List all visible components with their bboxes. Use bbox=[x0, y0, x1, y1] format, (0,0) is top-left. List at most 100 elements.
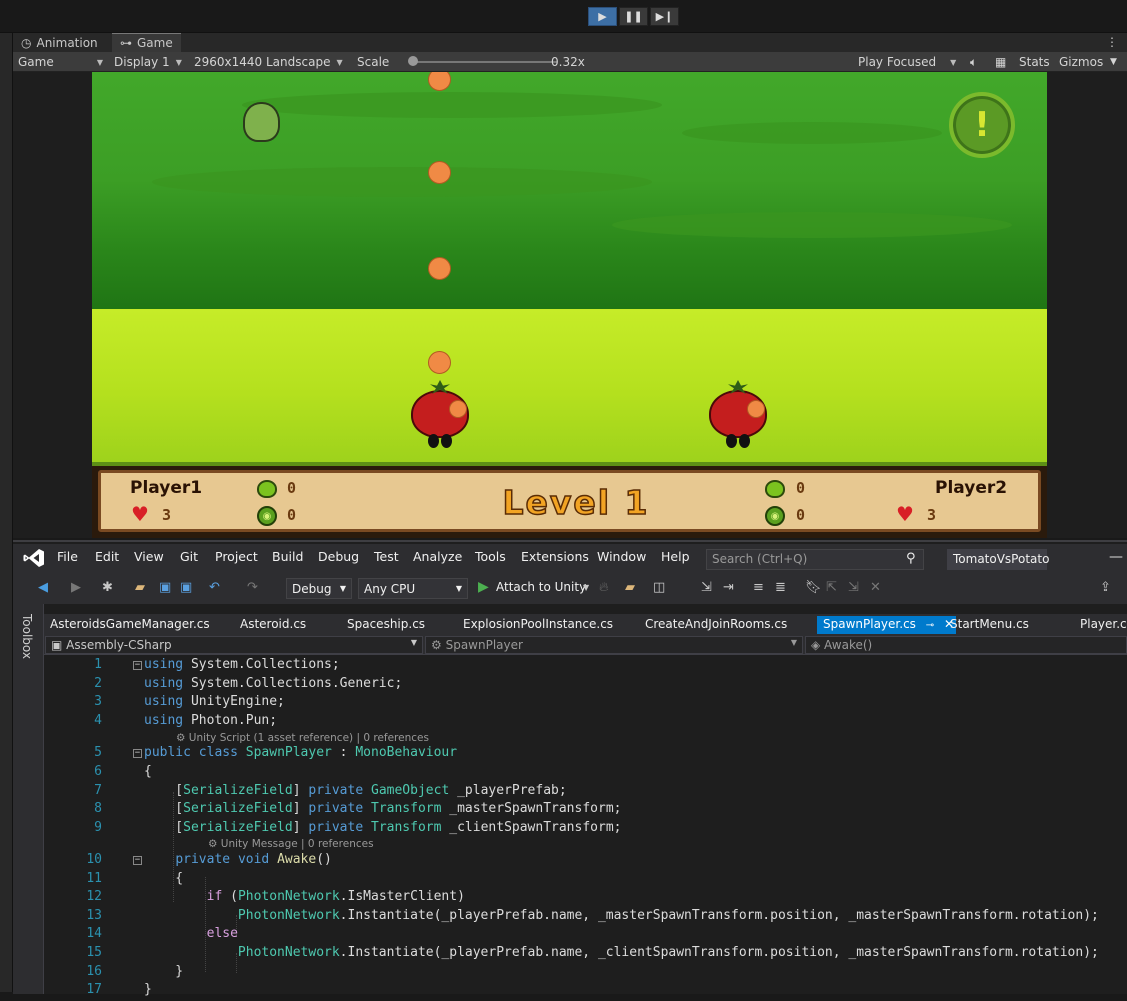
scale-slider-handle[interactable] bbox=[408, 56, 418, 66]
line-number: 10 bbox=[86, 852, 102, 867]
uncomment-icon[interactable]: ≣ bbox=[775, 580, 786, 595]
pause-button[interactable]: ❚❚ bbox=[619, 7, 648, 26]
project-nav-text: Assembly-CSharp bbox=[66, 638, 172, 652]
menu-git[interactable]: Git bbox=[180, 549, 198, 564]
search-input[interactable]: Search (Ctrl+Q) bbox=[706, 549, 924, 570]
folder-search-icon[interactable]: ▰ bbox=[625, 580, 635, 595]
undo-icon[interactable]: ↶ bbox=[209, 580, 220, 595]
tab-label: SpawnPlayer.cs bbox=[823, 617, 916, 631]
stats-button[interactable]: Stats bbox=[1019, 52, 1050, 72]
code-line: 14 else bbox=[44, 926, 1127, 945]
platform-dropdown[interactable]: Any CPU ▼ bbox=[358, 578, 468, 599]
file-tabs: AsteroidsGameManager.cs Asteroid.cs Spac… bbox=[44, 614, 1127, 634]
step-button[interactable]: ▶❙ bbox=[650, 7, 679, 26]
collapse-icon[interactable]: − bbox=[133, 661, 142, 670]
collapse-icon[interactable]: − bbox=[133, 856, 142, 865]
class-nav-label: ⚙ SpawnPlayer bbox=[431, 638, 523, 652]
tab-startmenu[interactable]: StartMenu.cs bbox=[944, 616, 1035, 634]
audio-icon[interactable]: 🔈︎ bbox=[970, 52, 977, 72]
chevron-down-icon[interactable]: ▼ bbox=[1110, 52, 1117, 72]
clear-bookmarks-icon[interactable]: ✕ bbox=[870, 580, 881, 595]
code-line: 4 using Photon.Pun; bbox=[44, 713, 1127, 732]
grid-icon[interactable]: ▦ bbox=[995, 52, 1006, 72]
navigation-bar: ▣ Assembly-CSharp ▼ ⚙ SpawnPlayer ▼ ◈ Awak… bbox=[44, 634, 1127, 655]
menu-file[interactable]: File bbox=[57, 549, 78, 564]
menu-tools[interactable]: Tools bbox=[475, 549, 506, 564]
tab-player[interactable]: Player.cs bbox=[1074, 616, 1127, 634]
bookmark-icon[interactable]: 🔖︎ bbox=[805, 580, 822, 595]
play-mode-dropdown[interactable]: Play Focused ▼ bbox=[858, 52, 956, 72]
pin-icon[interactable]: ⊸ bbox=[926, 620, 934, 631]
grass-ground bbox=[92, 309, 1047, 463]
gizmos-button[interactable]: Gizmos bbox=[1059, 52, 1103, 72]
collapse-icon[interactable]: − bbox=[133, 749, 142, 758]
menu-view[interactable]: View bbox=[134, 549, 164, 564]
code-line: 10 − private void Awake() bbox=[44, 852, 1127, 871]
code-editor[interactable]: 1− using System.Collections; 2 using Syste… bbox=[44, 655, 1127, 997]
tab-asteroidsgamemanager[interactable]: AsteroidsGameManager.cs bbox=[44, 616, 216, 634]
configuration-dropdown[interactable]: Debug ▼ bbox=[286, 578, 352, 599]
tab-createandjoinrooms[interactable]: CreateAndJoinRooms.cs bbox=[639, 616, 793, 634]
new-item-icon[interactable]: ✱ bbox=[102, 580, 113, 595]
alert-button[interactable]: ! bbox=[949, 92, 1015, 158]
step-into-icon[interactable]: ⇲ bbox=[701, 580, 712, 595]
start-icon[interactable]: ▶ bbox=[478, 579, 489, 595]
line-number: 3 bbox=[94, 694, 102, 709]
exclamation-icon: ! bbox=[974, 105, 990, 145]
resolution-dropdown[interactable]: 2960x1440 Landscape ▼ bbox=[194, 52, 343, 72]
minimize-button[interactable]: — bbox=[1109, 549, 1123, 565]
save-icon[interactable]: ▣ bbox=[159, 580, 171, 595]
member-dropdown[interactable]: ◈ Awake() bbox=[805, 636, 1127, 654]
attach-to-unity-button[interactable]: Attach to Unity bbox=[496, 580, 586, 594]
game-viewport[interactable]: ! Player1 ♥ 3 0 ◉ 0 Level 1 0 ◉ 0 Player… bbox=[92, 72, 1047, 538]
menu-window[interactable]: Window bbox=[597, 549, 646, 564]
display-dropdown[interactable]: Display 1 ▼ bbox=[114, 52, 182, 72]
tab-game[interactable]: ⊶ Game bbox=[112, 33, 181, 52]
save-all-icon[interactable]: ▣ bbox=[180, 580, 192, 595]
member-nav-text: Awake() bbox=[824, 638, 873, 652]
class-dropdown[interactable]: ⚙ SpawnPlayer ▼ bbox=[425, 636, 803, 654]
menu-extensions[interactable]: Extensions bbox=[521, 549, 589, 564]
tab-animation[interactable]: ◷ Animation bbox=[13, 33, 106, 52]
redo-icon[interactable]: ↷ bbox=[247, 580, 258, 595]
display-label: Display 1 bbox=[114, 55, 170, 69]
browser-icon[interactable]: ◫ bbox=[653, 580, 665, 595]
play-button[interactable]: ▶ bbox=[588, 7, 617, 26]
menu-debug[interactable]: Debug bbox=[318, 549, 359, 564]
hot-reload-icon[interactable]: 🔥︎ bbox=[599, 580, 609, 595]
grass-patch bbox=[152, 167, 652, 197]
back-icon[interactable]: ◀ bbox=[38, 580, 48, 595]
open-folder-icon[interactable]: ▰ bbox=[135, 580, 145, 595]
menu-help[interactable]: Help bbox=[661, 549, 690, 564]
share-icon[interactable]: ⇪ bbox=[1100, 580, 1111, 595]
scale-slider-track[interactable] bbox=[413, 61, 557, 63]
chevron-down-icon: ▼ bbox=[950, 57, 957, 67]
project-dropdown[interactable]: ▣ Assembly-CSharp ▼ bbox=[45, 636, 423, 654]
menu-analyze[interactable]: Analyze bbox=[413, 549, 462, 564]
codelens-info[interactable]: ⚙ Unity Message | 0 references bbox=[208, 838, 374, 850]
toolbox-panel[interactable]: Toolbox bbox=[13, 604, 44, 994]
menu-project[interactable]: Project bbox=[215, 549, 258, 564]
forward-icon[interactable]: ▶ bbox=[71, 580, 81, 595]
line-number: 12 bbox=[86, 889, 102, 904]
view-dropdown[interactable]: Game ▼ bbox=[18, 52, 103, 72]
chevron-down-icon[interactable]: ▼ bbox=[583, 583, 589, 592]
comment-icon[interactable]: ≡ bbox=[753, 580, 764, 595]
line-number: 9 bbox=[94, 820, 102, 835]
more-options-icon[interactable]: ⋮ bbox=[1106, 35, 1118, 49]
prev-bookmark-icon[interactable]: ⇱ bbox=[826, 580, 837, 595]
menu-edit[interactable]: Edit bbox=[95, 549, 119, 564]
tab-explosionpoolinstance[interactable]: ExplosionPoolInstance.cs bbox=[457, 616, 619, 634]
tab-spawnplayer[interactable]: SpawnPlayer.cs ⊸ ✕ bbox=[817, 616, 956, 634]
tab-spaceship[interactable]: Spaceship.cs bbox=[341, 616, 431, 634]
visual-studio-window: File Edit View Git Project Build Debug T… bbox=[13, 540, 1127, 997]
tomato-foot bbox=[441, 434, 452, 448]
search-icon[interactable]: ⚲ bbox=[906, 551, 916, 566]
next-bookmark-icon[interactable]: ⇲ bbox=[848, 580, 859, 595]
menu-build[interactable]: Build bbox=[272, 549, 303, 564]
step-over-icon[interactable]: ⇥ bbox=[723, 580, 734, 595]
coin-icon: ◉ bbox=[257, 506, 277, 526]
tab-asteroid[interactable]: Asteroid.cs bbox=[234, 616, 312, 634]
codelens-info[interactable]: ⚙ Unity Script (1 asset reference) | 0 r… bbox=[176, 732, 429, 744]
menu-test[interactable]: Test bbox=[374, 549, 399, 564]
